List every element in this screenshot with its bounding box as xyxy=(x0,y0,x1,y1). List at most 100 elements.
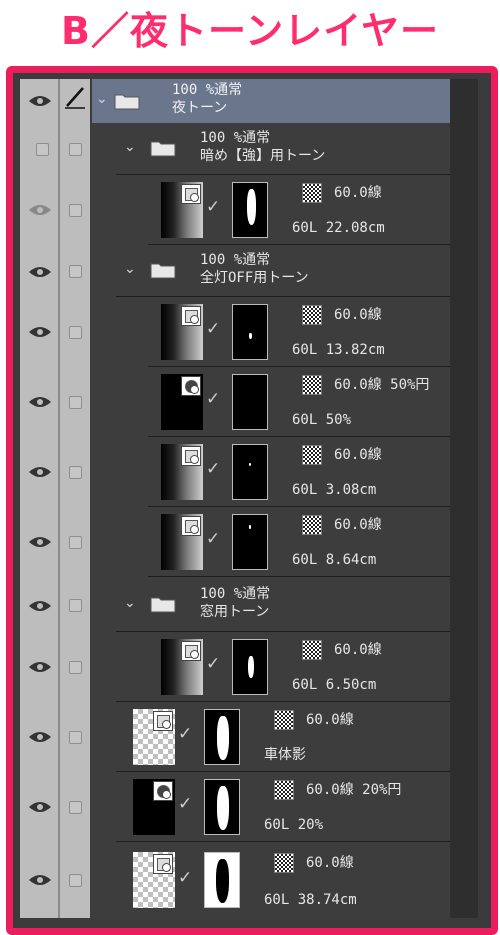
layer-name: 60L 38.74cm xyxy=(264,892,357,908)
layer-name: 60L 8.64cm xyxy=(292,552,377,568)
tone-icon xyxy=(274,780,294,800)
layer-name: 車体影 xyxy=(264,747,306,763)
layer-row-folder-mado[interactable]: ⌄ 100 %通常 窓用トーン xyxy=(20,577,450,632)
eye-icon[interactable] xyxy=(28,265,52,279)
layer-name: 60L 13.82cm xyxy=(292,342,385,358)
tone-icon xyxy=(302,640,322,660)
eye-icon[interactable] xyxy=(28,203,52,217)
check-icon: ✓ xyxy=(206,389,221,409)
layer-thumbnail xyxy=(161,304,203,360)
eye-icon[interactable] xyxy=(28,660,52,674)
folder-icon xyxy=(150,141,176,157)
layer-mask-thumbnail xyxy=(204,709,240,765)
folder-icon xyxy=(150,597,176,613)
edit-checkbox[interactable] xyxy=(69,731,82,744)
layer-mask-thumbnail xyxy=(204,779,240,835)
tone-setting: 60.0線 50%円 xyxy=(334,377,430,393)
layer-thumbnail xyxy=(133,709,175,765)
layer-row[interactable]: ✓ 60.0線 60L 22.08cm xyxy=(20,175,450,245)
scrollbar[interactable] xyxy=(450,79,478,918)
layer-name: 窓用トーン xyxy=(200,604,270,620)
layer-row[interactable]: ✓ 60.0線 60L 3.08cm xyxy=(20,437,450,507)
tone-icon xyxy=(302,515,322,535)
layer-row-folder-kurame[interactable]: ⌄ 100 %通常 暗め【強】用トーン xyxy=(20,123,450,175)
tone-setting: 60.0線 xyxy=(334,307,382,323)
pen-icon[interactable] xyxy=(64,85,86,109)
layer-row[interactable]: ✓ 60.0線 60L 8.64cm xyxy=(20,507,450,577)
check-icon: ✓ xyxy=(178,724,193,744)
folder-icon xyxy=(150,263,176,279)
eye-icon[interactable] xyxy=(28,599,52,613)
layer-row[interactable]: ✓ 60.0線 60L 13.82cm xyxy=(20,297,450,367)
layer-mask-thumbnail xyxy=(232,444,268,500)
chevron-down-icon[interactable]: ⌄ xyxy=(124,261,136,277)
layer-name: 60L 6.50cm xyxy=(292,677,377,693)
chevron-down-icon[interactable]: ⌄ xyxy=(124,139,136,155)
tone-setting: 60.0線 xyxy=(334,185,382,201)
tone-setting: 60.0線 xyxy=(334,447,382,463)
eye-icon[interactable] xyxy=(28,465,52,479)
edit-checkbox[interactable] xyxy=(69,143,82,156)
page-title: B／夜トーンレイヤー xyxy=(61,9,439,53)
chevron-down-icon[interactable]: ⌄ xyxy=(124,595,136,611)
edit-checkbox[interactable] xyxy=(69,204,82,217)
eye-icon[interactable] xyxy=(28,395,52,409)
eye-icon[interactable] xyxy=(28,730,52,744)
layer-row[interactable]: ✓ 60.0線 50%円 60L 50% xyxy=(20,367,450,437)
layer-mask-thumbnail xyxy=(232,639,268,695)
edit-checkbox[interactable] xyxy=(69,326,82,339)
edit-checkbox[interactable] xyxy=(69,396,82,409)
layer-thumbnail xyxy=(161,444,203,500)
layer-name: 60L 22.08cm xyxy=(292,220,385,236)
folder-icon xyxy=(114,94,140,110)
tone-setting: 60.0線 20%円 xyxy=(306,782,402,798)
layer-mask-thumbnail xyxy=(232,514,268,570)
layer-thumbnail xyxy=(133,852,175,908)
layer-blend-label: 100 %通常 xyxy=(200,130,271,146)
eye-icon[interactable] xyxy=(28,873,52,887)
layer-name: 60L 3.08cm xyxy=(292,482,377,498)
edit-checkbox[interactable] xyxy=(69,466,82,479)
tone-setting: 60.0線 xyxy=(334,642,382,658)
eye-icon[interactable] xyxy=(28,800,52,814)
check-icon: ✓ xyxy=(206,459,221,479)
check-icon: ✓ xyxy=(206,529,221,549)
edit-checkbox[interactable] xyxy=(69,536,82,549)
edit-checkbox[interactable] xyxy=(69,265,82,278)
layer-row[interactable]: ✓ 60.0線 車体影 xyxy=(20,702,450,772)
layer-thumbnail xyxy=(161,374,203,430)
check-icon: ✓ xyxy=(178,868,193,888)
layer-thumbnail xyxy=(161,639,203,695)
edit-checkbox[interactable] xyxy=(69,599,82,612)
layer-mask-thumbnail xyxy=(204,852,240,908)
eye-icon[interactable] xyxy=(28,325,52,339)
tone-icon xyxy=(302,445,322,465)
layer-row-folder-yoru-tone[interactable]: ⌄ 100 %通常 夜トーン xyxy=(92,79,450,123)
layer-mask-thumbnail xyxy=(232,182,268,238)
tone-icon xyxy=(274,710,294,730)
layer-thumbnail xyxy=(133,779,175,835)
layer-row[interactable]: ✓ 60.0線 60L 6.50cm xyxy=(20,632,450,702)
layer-mask-thumbnail xyxy=(232,374,268,430)
check-icon: ✓ xyxy=(178,794,193,814)
edit-checkbox[interactable] xyxy=(69,874,82,887)
eye-icon[interactable] xyxy=(28,94,52,108)
tone-icon xyxy=(274,853,294,873)
visibility-checkbox[interactable] xyxy=(36,143,49,156)
chevron-down-icon[interactable]: ⌄ xyxy=(96,91,108,107)
layer-thumbnail xyxy=(161,514,203,570)
layer-blend-label: 100 %通常 xyxy=(172,82,243,98)
layer-row[interactable]: ✓ 60.0線 20%円 60L 20% xyxy=(20,772,450,842)
layer-blend-label: 100 %通常 xyxy=(200,586,271,602)
tone-setting: 60.0線 xyxy=(306,855,354,871)
layer-mask-thumbnail xyxy=(232,304,268,360)
eye-icon[interactable] xyxy=(28,535,52,549)
check-icon: ✓ xyxy=(206,197,221,217)
layer-thumbnail xyxy=(161,182,203,238)
edit-checkbox[interactable] xyxy=(69,801,82,814)
layer-row-folder-zentou-off[interactable]: ⌄ 100 %通常 全灯OFF用トーン xyxy=(20,245,450,297)
layer-blend-label: 100 %通常 xyxy=(200,252,271,268)
check-icon: ✓ xyxy=(206,654,221,674)
edit-checkbox[interactable] xyxy=(69,661,82,674)
layer-row[interactable]: ✓ 60.0線 60L 38.74cm xyxy=(20,842,450,918)
